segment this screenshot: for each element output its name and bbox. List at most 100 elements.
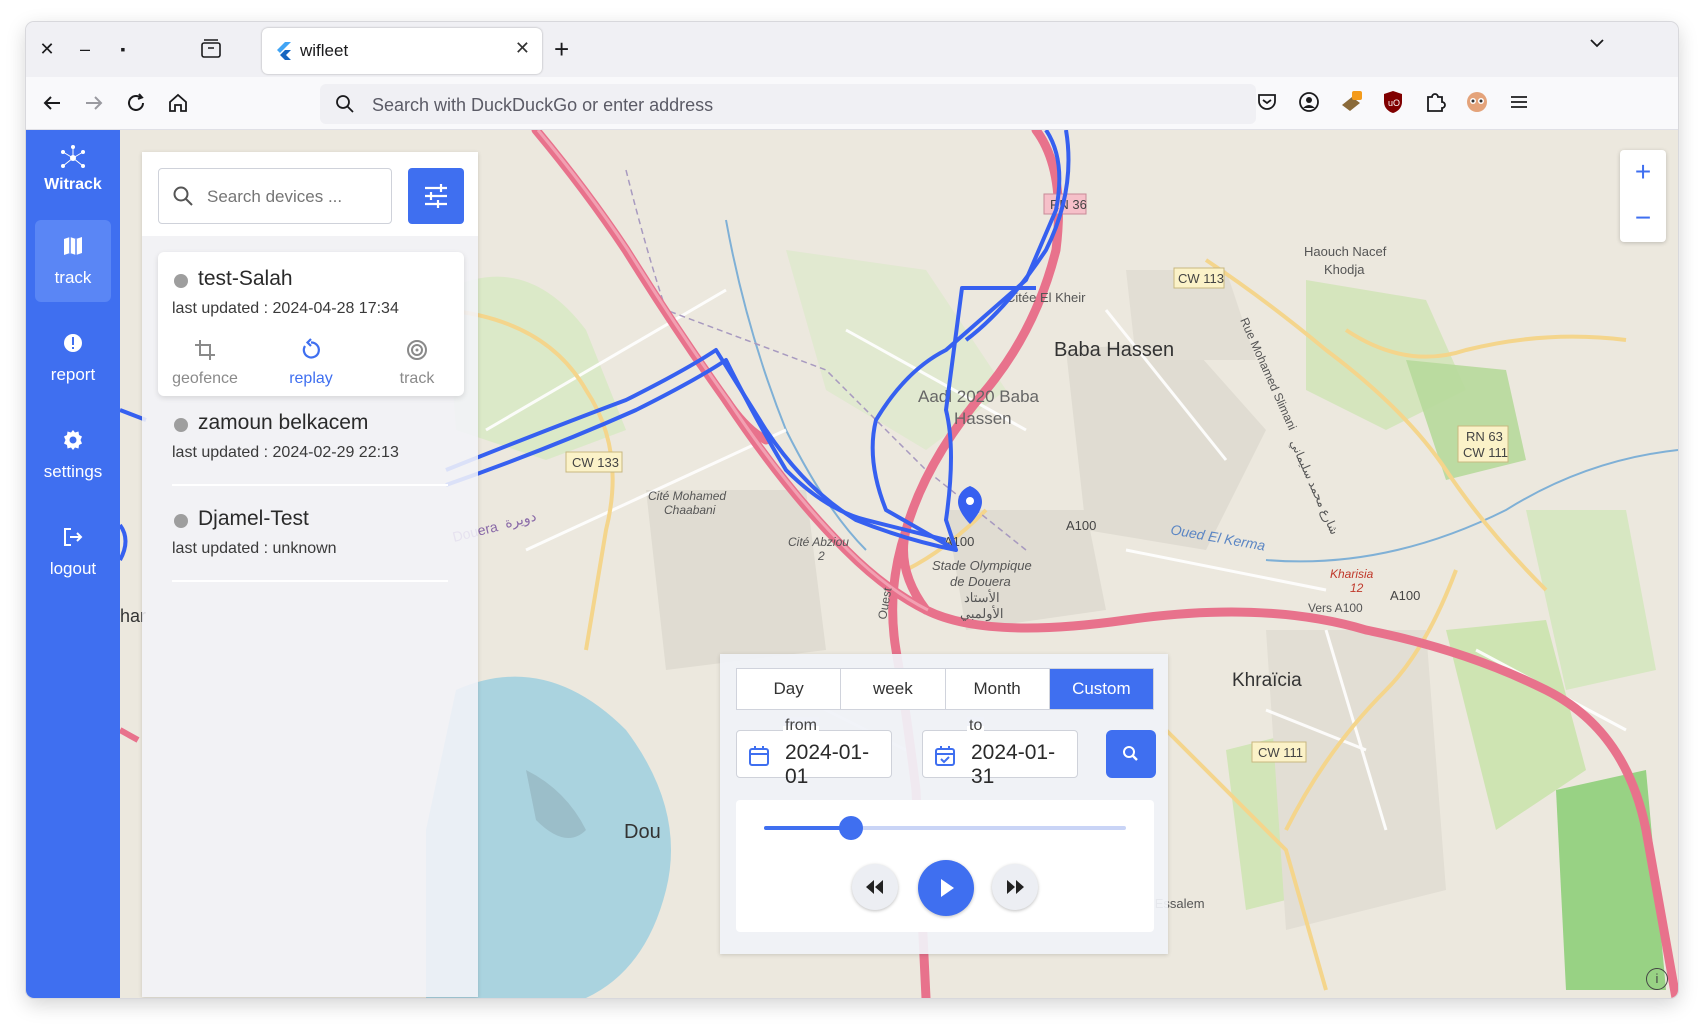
app-sidebar: Witrack track report settings logout bbox=[26, 130, 120, 998]
browser-tab[interactable]: wifleet ✕ bbox=[262, 28, 542, 74]
reload-icon[interactable] bbox=[122, 89, 150, 117]
track-button[interactable]: track bbox=[372, 338, 462, 388]
replay-slider[interactable] bbox=[764, 816, 1126, 840]
forward-icon[interactable] bbox=[80, 89, 108, 117]
replay-label: replay bbox=[289, 370, 333, 387]
minimize-window-icon[interactable]: – bbox=[74, 38, 96, 60]
address-placeholder: Search with DuckDuckGo or enter address bbox=[372, 95, 714, 115]
label-stade-ar-1: الأستاد bbox=[964, 589, 1000, 605]
extensions-puzzle-icon[interactable] bbox=[1422, 89, 1448, 115]
sidebar-label-settings: settings bbox=[43, 462, 103, 481]
ublock-icon[interactable]: uO bbox=[1380, 89, 1406, 115]
tab-overview-icon[interactable] bbox=[200, 38, 222, 60]
menu-icon[interactable] bbox=[1506, 89, 1532, 115]
address-bar[interactable]: Search with DuckDuckGo or enter address bbox=[320, 84, 1256, 124]
label-kharisia-num: 12 bbox=[1350, 581, 1364, 595]
back-icon[interactable] bbox=[38, 89, 66, 117]
replay-slider-thumb[interactable] bbox=[838, 816, 863, 840]
device-name: Djamel-Test bbox=[198, 507, 309, 530]
period-selector: Day week Month Custom bbox=[736, 668, 1154, 710]
label-aadl-2: Hassen bbox=[954, 409, 1012, 428]
search-icon bbox=[336, 95, 354, 113]
radar-icon bbox=[407, 340, 427, 360]
tab-close-icon[interactable]: ✕ bbox=[515, 38, 530, 59]
label-chaabani-1: Cité Mohamed bbox=[648, 489, 726, 503]
replay-panel: Day week Month Custom from 2024-01-01 to… bbox=[720, 654, 1168, 954]
label-haouch-2: Khodja bbox=[1324, 262, 1365, 277]
label-aadl-1: Aadl 2020 Baba bbox=[918, 387, 1040, 406]
device-last-updated: last updated : unknown bbox=[172, 540, 337, 557]
sidebar-item-settings[interactable]: settings bbox=[35, 414, 111, 496]
sidebar-label-report: report bbox=[50, 365, 96, 384]
browser-window: ✕ – ▪ wifleet ✕ + Search with DuckDuckGo… bbox=[26, 22, 1678, 998]
zoom-in-icon[interactable]: + bbox=[1620, 150, 1666, 196]
road-shield-cw133: CW 133 bbox=[572, 455, 619, 470]
rewind-button[interactable] bbox=[852, 864, 898, 910]
label-chaabani-2: Chaabani bbox=[664, 503, 716, 517]
sidebar-label-track: track bbox=[54, 268, 92, 287]
label-kharisia: Kharisia bbox=[1330, 567, 1374, 581]
period-custom-button[interactable]: Custom bbox=[1049, 669, 1153, 709]
label-stade-ar-2: الأولمبي bbox=[960, 605, 1004, 622]
crop-icon bbox=[195, 340, 215, 360]
new-tab-icon[interactable]: + bbox=[554, 34, 569, 65]
account-icon[interactable] bbox=[1296, 89, 1322, 115]
device-search-box[interactable] bbox=[158, 168, 392, 224]
replay-button[interactable]: replay bbox=[266, 338, 356, 388]
label-dou: Dou bbox=[624, 821, 661, 843]
maximize-window-icon[interactable]: ▪ bbox=[112, 38, 134, 60]
sidebar-label-logout: logout bbox=[49, 559, 97, 578]
to-date-field[interactable]: to 2024-01-31 bbox=[922, 717, 1078, 788]
device-card-zamoun-belkacem[interactable]: zamoun belkacem last updated : 2024-02-2… bbox=[158, 396, 464, 476]
nav-bar: Search with DuckDuckGo or enter address … bbox=[26, 77, 1678, 130]
logout-icon bbox=[64, 528, 83, 546]
period-day-button[interactable]: Day bbox=[737, 669, 842, 709]
status-dot bbox=[174, 514, 188, 528]
filter-button[interactable] bbox=[408, 168, 464, 224]
device-last-updated: last updated : 2024-04-28 17:34 bbox=[172, 300, 399, 317]
device-name: test-Salah bbox=[198, 267, 293, 290]
playback-controls bbox=[736, 800, 1154, 932]
status-dot bbox=[174, 418, 188, 432]
label-vers-a100: Vers A100 bbox=[1308, 601, 1363, 615]
from-date-field[interactable]: from 2024-01-01 bbox=[736, 717, 892, 788]
geofence-button[interactable]: geofence bbox=[160, 338, 250, 388]
sidebar-item-track[interactable]: track bbox=[35, 220, 111, 302]
road-shield-cw113: CW 113 bbox=[1178, 271, 1224, 286]
device-card-djamel-test[interactable]: Djamel-Test last updated : unknown bbox=[158, 492, 464, 572]
pocket-icon[interactable] bbox=[1254, 89, 1280, 115]
replay-icon bbox=[302, 338, 320, 359]
attribution-info-icon[interactable]: i bbox=[1646, 968, 1668, 990]
device-card-test-salah[interactable]: test-Salah last updated : 2024-04-28 17:… bbox=[158, 252, 464, 396]
app-viewport: RN 36 CW 113 CW 133 RN 63 CW 111 CW 111 A… bbox=[26, 130, 1678, 998]
home-icon[interactable] bbox=[164, 89, 192, 117]
to-label: to bbox=[967, 717, 985, 735]
road-label-a100-b: A100 bbox=[1066, 518, 1096, 533]
logo-network-icon bbox=[61, 145, 85, 168]
label-haouch-1: Haouch Nacef bbox=[1304, 244, 1387, 259]
tab-strip: ✕ – ▪ wifleet ✕ + bbox=[26, 22, 1678, 77]
profile-avatar-icon[interactable] bbox=[1464, 89, 1490, 115]
status-dot bbox=[174, 274, 188, 288]
logo-text: Witrack bbox=[44, 176, 102, 193]
extension-badge-icon[interactable] bbox=[1338, 89, 1364, 115]
zoom-control: + − bbox=[1620, 150, 1666, 242]
zoom-out-icon[interactable]: − bbox=[1620, 196, 1666, 242]
period-week-button[interactable]: week bbox=[841, 669, 946, 709]
device-last-updated: last updated : 2024-02-29 22:13 bbox=[172, 444, 399, 461]
map-icon bbox=[64, 237, 82, 255]
road-shield-cw111b: CW 111 bbox=[1258, 745, 1303, 760]
label-abziou-1: Cité Abziou bbox=[788, 535, 849, 549]
road-label-a100-c: A100 bbox=[1390, 588, 1420, 603]
close-window-icon[interactable]: ✕ bbox=[36, 38, 58, 60]
label-stade-1: Stade Olympique bbox=[932, 558, 1032, 573]
play-button[interactable] bbox=[918, 860, 974, 916]
tab-list-chevron-icon[interactable] bbox=[1588, 34, 1606, 57]
calendar-icon bbox=[749, 746, 769, 766]
search-replay-button[interactable] bbox=[1106, 730, 1156, 778]
fast-forward-button[interactable] bbox=[992, 864, 1038, 910]
sidebar-item-report[interactable]: report bbox=[35, 317, 111, 399]
period-month-button[interactable]: Month bbox=[946, 669, 1050, 709]
device-search-input[interactable] bbox=[207, 187, 377, 207]
sidebar-item-logout[interactable]: logout bbox=[35, 511, 111, 593]
